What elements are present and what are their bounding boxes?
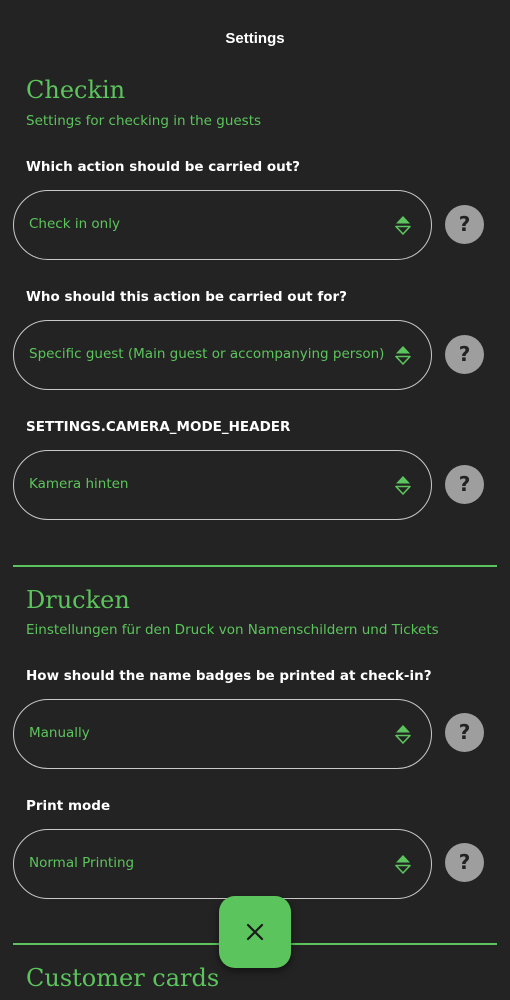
print-mode-select-value: Normal Printing <box>29 855 135 871</box>
field-label-target: Who should this action be carried out fo… <box>26 289 347 305</box>
camera-select-value: Kamera hinten <box>29 476 129 492</box>
section-subtitle-checkin: Settings for checking in the guests <box>26 113 262 129</box>
sort-arrows-icon <box>395 346 411 365</box>
action-select[interactable]: Check in only <box>13 190 432 260</box>
page-title: Settings <box>225 30 285 47</box>
sort-arrows-icon <box>395 725 411 744</box>
field-label-badge-print: How should the name badges be printed at… <box>26 668 432 684</box>
badge-print-select-value: Manually <box>29 725 90 741</box>
section-title-drucken: Drucken <box>26 586 130 614</box>
close-fab-button[interactable] <box>219 896 291 968</box>
field-label-camera: SETTINGS.CAMERA_MODE_HEADER <box>26 419 291 435</box>
settings-screen: Settings Checkin Settings for checking i… <box>0 0 510 1000</box>
badge-print-select[interactable]: Manually <box>13 699 432 769</box>
sort-arrows-icon <box>395 216 411 235</box>
section-subtitle-drucken: Einstellungen für den Druck von Namensch… <box>26 622 439 638</box>
print-mode-select[interactable]: Normal Printing <box>13 829 432 899</box>
section-title-checkin: Checkin <box>26 76 126 104</box>
help-button-action[interactable]: ? <box>445 205 484 244</box>
camera-select[interactable]: Kamera hinten <box>13 450 432 520</box>
help-button-badge-print[interactable]: ? <box>445 713 484 752</box>
help-button-target[interactable]: ? <box>445 335 484 374</box>
help-button-print-mode[interactable]: ? <box>445 843 484 882</box>
sort-arrows-icon <box>395 476 411 495</box>
field-label-action: Which action should be carried out? <box>26 159 301 175</box>
action-select-value: Check in only <box>29 216 120 232</box>
close-icon <box>246 923 264 941</box>
help-button-camera[interactable]: ? <box>445 465 484 504</box>
target-select-value: Specific guest (Main guest or accompanyi… <box>29 346 385 362</box>
section-title-customer-cards: Customer cards <box>26 964 220 992</box>
sort-arrows-icon <box>395 855 411 874</box>
target-select[interactable]: Specific guest (Main guest or accompanyi… <box>13 320 432 390</box>
section-divider <box>13 565 497 567</box>
field-label-print-mode: Print mode <box>26 798 111 814</box>
